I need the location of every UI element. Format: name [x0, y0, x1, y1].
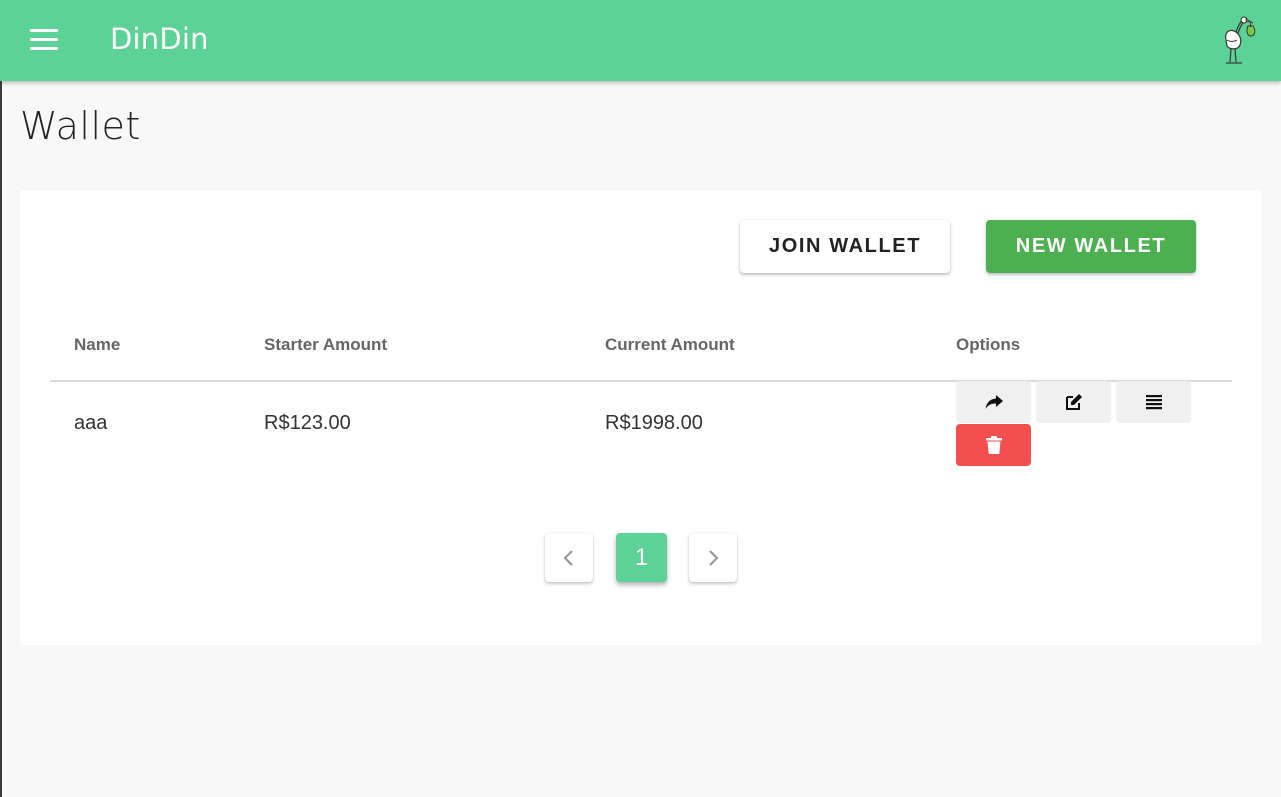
- share-button[interactable]: [956, 381, 1031, 423]
- new-wallet-button[interactable]: NEW WALLET: [986, 220, 1196, 273]
- column-header-name: Name: [74, 335, 121, 354]
- app-title: DinDin: [110, 22, 209, 56]
- edit-button[interactable]: [1036, 381, 1111, 423]
- current-amount: R$1998.00: [605, 412, 703, 434]
- column-header-current-amount: Current Amount: [605, 335, 735, 354]
- left-border: [0, 81, 2, 797]
- details-button[interactable]: [1116, 381, 1191, 423]
- column-header-options: Options: [956, 335, 1021, 354]
- list-icon: [1145, 395, 1162, 410]
- column-header-starter-amount: Starter Amount: [264, 335, 388, 354]
- starter-amount: R$123.00: [264, 412, 351, 434]
- chevron-left-icon: [563, 549, 573, 566]
- join-wallet-button[interactable]: JOIN WALLET: [740, 220, 950, 273]
- chevron-right-icon: [709, 549, 719, 566]
- trash-icon: [985, 436, 1002, 454]
- stork-logo-icon[interactable]: [1212, 12, 1262, 68]
- menu-icon[interactable]: [30, 29, 58, 51]
- page-title: Wallet: [20, 104, 141, 148]
- delete-button[interactable]: [956, 424, 1031, 466]
- wallet-card: JOIN WALLET NEW WALLET Name Starter Amou…: [20, 190, 1262, 645]
- app-bar: DinDin: [0, 0, 1281, 81]
- previous-page-button[interactable]: [545, 533, 593, 582]
- wallet-name: aaa: [74, 412, 108, 434]
- page-1-button[interactable]: 1: [616, 533, 667, 582]
- share-icon: [985, 395, 1003, 409]
- edit-icon: [1065, 394, 1082, 410]
- next-page-button[interactable]: [689, 533, 737, 582]
